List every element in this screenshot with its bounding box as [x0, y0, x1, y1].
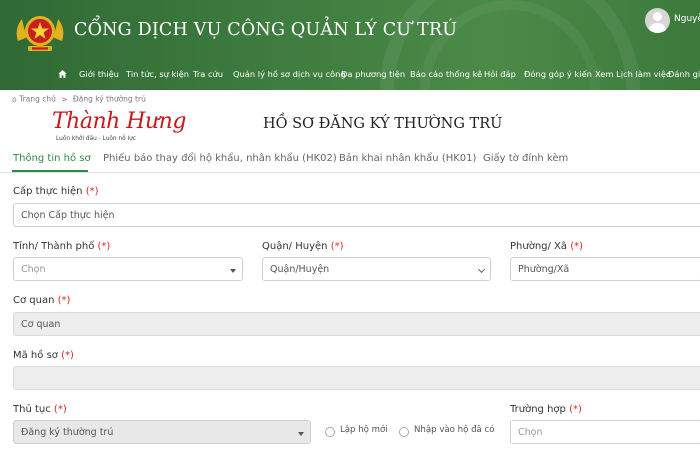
cap-thuc-hien-select[interactable]: Chọn Cấp thực hiện — [13, 203, 700, 227]
nav-quan-ly-ho-so[interactable]: Quản lý hồ sơ dịch vụ công — [233, 69, 346, 79]
breadcrumb-separator: > — [61, 94, 68, 104]
police-emblem-icon[interactable] — [14, 11, 66, 55]
truong-hop-select[interactable]: Chọn — [510, 420, 700, 444]
breadcrumb-current: Đăng ký thường trú — [72, 94, 146, 104]
nav-gioi-thieu[interactable]: Giới thiệu — [79, 69, 119, 79]
nav-bao-cao-thong-ke[interactable]: Báo cáo thống kê — [410, 69, 482, 79]
logo-brand: Thành Hưng — [52, 109, 186, 134]
nav-danh-gia[interactable]: Đánh giá — [668, 69, 700, 79]
phuong-label: Phường/ Xã (*) — [510, 241, 584, 252]
truong-hop-label: Trường hợp (*) — [510, 404, 582, 415]
co-quan-label: Cơ quan (*) — [13, 295, 71, 306]
thu-tuc-label: Thủ tục (*) — [13, 404, 67, 415]
logo-slogan: Luôn khởi đầu - Luôn nỗ lực — [56, 136, 136, 142]
cap-thuc-hien-label: Cấp thực hiện (*) — [13, 186, 99, 197]
site-title[interactable]: CỔNG DỊCH VỤ CÔNG QUẢN LÝ CƯ TRÚ — [74, 20, 457, 40]
quan-label: Quận/ Huyện (*) — [262, 241, 344, 252]
chevron-down-icon — [230, 269, 236, 273]
nav-xem-lich-lam-viec[interactable]: Xem Lịch làm việc — [595, 69, 671, 79]
tabs-divider — [0, 172, 700, 173]
tab-hk02[interactable]: Phiếu báo thay đổi hộ khẩu, nhân khẩu (H… — [103, 153, 337, 164]
home-icon[interactable] — [58, 69, 67, 79]
quan-select[interactable]: Quận/Huyện — [262, 257, 491, 281]
tab-giay-to-dinh-kem[interactable]: Giấy tờ đính kèm — [483, 153, 568, 164]
nav-tin-tuc[interactable]: Tin tức, sự kiện — [126, 69, 189, 79]
co-quan-field[interactable]: Cơ quan — [13, 312, 700, 336]
chevron-down-icon — [477, 265, 486, 274]
ma-ho-so-label: Mã hồ sơ (*) — [13, 350, 74, 361]
phuong-select[interactable]: Phường/Xã — [510, 257, 700, 281]
ma-ho-so-field[interactable] — [13, 366, 700, 390]
user-name[interactable]: Nguyễn — [674, 14, 700, 24]
radio-lap-ho-moi-label[interactable]: Lập hộ mới — [340, 425, 388, 435]
tinh-select[interactable]: Chọn — [13, 257, 243, 281]
page-title: HỒ SƠ ĐĂNG KÝ THƯỜNG TRÚ — [263, 116, 503, 132]
nav-hoi-dap[interactable]: Hỏi đáp — [484, 69, 516, 79]
chevron-down-icon — [298, 432, 304, 436]
tab-hk01[interactable]: Bản khai nhân khẩu (HK01) — [339, 153, 476, 164]
breadcrumb-home[interactable]: Trang chủ — [19, 95, 56, 104]
user-avatar[interactable] — [645, 8, 670, 33]
radio-nhap-vao-ho[interactable] — [399, 427, 409, 437]
nav-da-phuong-tien[interactable]: Đa phương tiện — [341, 69, 405, 79]
breadcrumb: ⌂ Trang chủ > Đăng ký thường trú — [12, 94, 146, 104]
form-tabs: Thông tin hồ sơ Phiếu báo thay đổi hộ kh… — [0, 150, 700, 174]
tab-thong-tin-ho-so[interactable]: Thông tin hồ sơ — [13, 153, 91, 164]
radio-nhap-vao-ho-label[interactable]: Nhập vào hộ đã có — [414, 425, 495, 435]
thu-tuc-select[interactable]: Đăng ký thường trú — [13, 420, 311, 444]
breadcrumb-home-icon[interactable]: ⌂ — [12, 95, 17, 104]
radio-lap-ho-moi[interactable] — [325, 427, 335, 437]
thanh-hung-logo: Thành Hưng Luôn khởi đầu - Luôn nỗ lực — [52, 108, 186, 148]
tinh-label: Tỉnh/ Thành phố (*) — [13, 241, 111, 252]
nav-tra-cuu[interactable]: Tra cứu — [193, 69, 223, 79]
main-nav: Giới thiệu Tin tức, sự kiện Tra cứu Quản… — [0, 64, 700, 86]
site-header: CỔNG DỊCH VỤ CÔNG QUẢN LÝ CƯ TRÚ Nguyễn … — [0, 0, 700, 90]
nav-dong-gop-y-kien[interactable]: Đóng góp ý kiến — [524, 69, 592, 79]
